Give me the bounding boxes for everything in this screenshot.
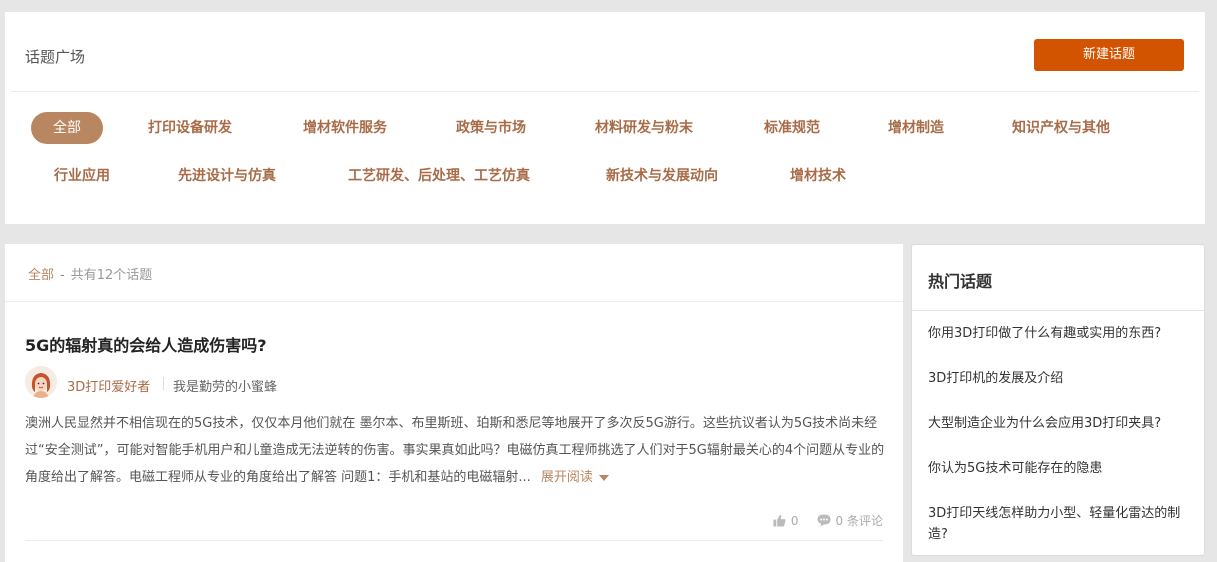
- category-tab[interactable]: 标准规范: [764, 112, 820, 144]
- category-tab[interactable]: 先进设计与仿真: [178, 160, 276, 192]
- comment-count: 0 条评论: [835, 514, 883, 528]
- hot-topic-link[interactable]: 3D打印天线怎样助力小型、轻量化雷达的制造?: [928, 503, 1194, 545]
- like-button[interactable]: 0: [773, 514, 799, 528]
- category-tab-all[interactable]: 全部: [31, 112, 103, 144]
- topic-excerpt: 澳洲人民显然并不相信现在的5G技术，仅仅本月他们就在 墨尔本、布里斯班、珀斯和悉…: [25, 410, 887, 491]
- topic-excerpt-text: 澳洲人民显然并不相信现在的5G技术，仅仅本月他们就在 墨尔本、布里斯班、珀斯和悉…: [25, 416, 885, 485]
- avatar-girl-icon: [25, 366, 57, 398]
- hot-topics-panel: 热门话题 你用3D打印做了什么有趣或实用的东西? 3D打印机的发展及介绍 大型制…: [911, 244, 1205, 556]
- hot-topics-title: 热门话题: [928, 272, 993, 291]
- category-tab[interactable]: 政策与市场: [456, 112, 526, 144]
- hot-topic-link[interactable]: 大型制造企业为什么会应用3D打印夹具?: [928, 413, 1194, 434]
- topic-square-panel: 话题广场 新建话题 全部 打印设备研发 增材软件服务 政策与市场 材料研发与粉末…: [5, 12, 1205, 224]
- topic-list-panel: 全部 - 共有12个话题 5G的辐射真的会给人造成伤害吗? 3D打印爱好者 我是勤劳…: [5, 244, 903, 562]
- page-title: 话题广场: [25, 48, 86, 66]
- topic-count: 共有12个话题: [70, 268, 153, 283]
- like-count: 0: [790, 513, 799, 528]
- hot-topic-link[interactable]: 你用3D打印做了什么有趣或实用的东西?: [928, 323, 1194, 344]
- category-tab[interactable]: 材料研发与粉末: [595, 112, 693, 144]
- category-tab[interactable]: 知识产权与其他: [1012, 112, 1110, 144]
- category-tab[interactable]: 新技术与发展动向: [606, 160, 718, 192]
- author-signature: 我是勤劳的小蜜蜂: [173, 380, 278, 395]
- expand-read-button[interactable]: 展开阅读: [541, 470, 609, 485]
- hot-topic-link[interactable]: 你认为5G技术可能存在的隐患: [928, 458, 1194, 479]
- divider: [25, 540, 883, 541]
- breadcrumb-link-all[interactable]: 全部: [28, 268, 54, 283]
- avatar[interactable]: [25, 366, 57, 398]
- topic-meta: 0 0 条评论: [755, 512, 883, 529]
- topic-square-header: 话题广场 新建话题: [11, 12, 1199, 92]
- author-name-link[interactable]: 3D打印爱好者: [67, 376, 150, 395]
- breadcrumb-separator: -: [60, 268, 65, 283]
- divider: [912, 310, 1204, 311]
- category-tab[interactable]: 打印设备研发: [148, 112, 232, 144]
- expand-read-label: 展开阅读: [540, 470, 593, 485]
- category-tab[interactable]: 增材软件服务: [303, 112, 387, 144]
- comment-bubble-icon: [817, 514, 831, 527]
- divider: [5, 301, 903, 302]
- new-topic-button[interactable]: 新建话题: [1034, 39, 1184, 71]
- breadcrumb: 全部 - 共有12个话题: [28, 264, 152, 283]
- divider: [163, 377, 164, 390]
- category-tab[interactable]: 工艺研发、后处理、工艺仿真: [348, 160, 530, 192]
- category-tab[interactable]: 增材技术: [790, 160, 846, 192]
- comment-button[interactable]: 0 条评论: [817, 512, 883, 529]
- caret-down-icon: [598, 474, 609, 481]
- hot-topic-link[interactable]: 3D打印机的发展及介绍: [928, 368, 1194, 389]
- category-tab[interactable]: 行业应用: [54, 160, 110, 192]
- topic-title-link[interactable]: 5G的辐射真的会给人造成伤害吗?: [25, 332, 267, 356]
- thumb-up-icon: [773, 514, 786, 527]
- category-tab[interactable]: 增材制造: [888, 112, 944, 144]
